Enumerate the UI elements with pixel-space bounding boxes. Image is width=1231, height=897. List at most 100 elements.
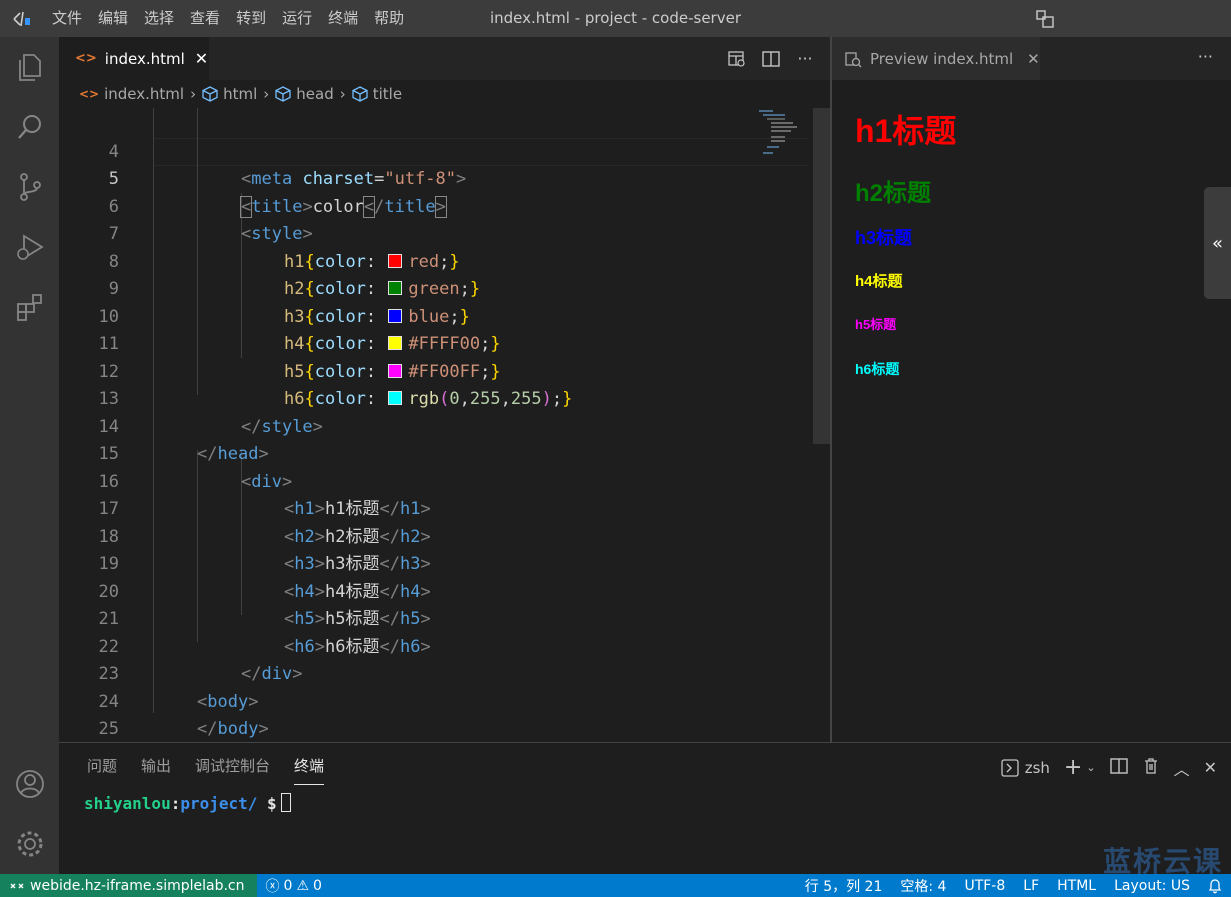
- trash-icon[interactable]: [1142, 757, 1160, 779]
- breadcrumb-file-label: index.html: [104, 85, 185, 103]
- preview-h4: h4标题: [855, 273, 903, 290]
- breadcrumb-head-label: head: [296, 85, 334, 103]
- menu-go[interactable]: 转到: [228, 0, 274, 37]
- code-line: 26: [59, 716, 759, 742]
- terminal-cursor: [280, 793, 291, 812]
- breadcrumb-file[interactable]: <> index.html: [79, 85, 184, 103]
- accounts-icon[interactable]: [0, 760, 59, 808]
- search-icon[interactable]: [0, 103, 59, 151]
- more-actions-icon[interactable]: ···: [794, 48, 816, 70]
- code-line: 13 </style>: [59, 359, 759, 437]
- menu-help[interactable]: 帮助: [366, 0, 412, 37]
- error-count: 0: [283, 877, 293, 894]
- remote-indicator[interactable]: webide.hz-iframe.simplelab.cn: [0, 874, 257, 897]
- tab-problems[interactable]: 问题: [87, 755, 117, 785]
- code-line: 20 <h5>h5标题</h5>: [59, 551, 759, 630]
- preview-tab-bar: Preview index.html ✕ ···: [832, 37, 1231, 80]
- minimap[interactable]: [757, 108, 813, 168]
- editor-actions: ···: [726, 37, 816, 80]
- preview-h6: h6标题: [855, 361, 900, 377]
- menu-view[interactable]: 查看: [182, 0, 228, 37]
- split-editor-icon[interactable]: [760, 48, 782, 70]
- menu-selection[interactable]: 选择: [136, 0, 182, 37]
- code-line: 14 </head>: [59, 386, 759, 465]
- code-line: 21 <h6>h6标题</h6>: [59, 579, 759, 657]
- chevron-right-icon: ›: [339, 85, 346, 103]
- vscode-logo-icon[interactable]: [0, 10, 44, 28]
- manage-gear-icon[interactable]: [0, 820, 59, 868]
- keyboard-layout[interactable]: Layout: US: [1105, 878, 1199, 894]
- symbol-element-icon: [202, 86, 218, 102]
- editor-scrollbar[interactable]: [813, 108, 830, 444]
- collapse-sidebar-button[interactable]: «: [1204, 187, 1231, 299]
- code-line: 18 <h3>h3标题</h3>: [59, 496, 759, 575]
- terminal-panel: 问题 输出 调试控制台 终端 zsh + ⌄ ︿ ✕ shiyanlou:pro…: [59, 742, 1231, 878]
- panel-tabs: 问题 输出 调试控制台 终端: [87, 755, 325, 785]
- tab-preview-label: Preview index.html: [870, 49, 1014, 68]
- close-panel-icon[interactable]: ✕: [1204, 758, 1217, 777]
- chevron-right-icon: ›: [190, 85, 197, 103]
- end-of-line[interactable]: LF: [1014, 878, 1048, 894]
- code-line: 16 <h1>h1标题</h1>: [59, 441, 759, 520]
- menu-bar: 文件 编辑 选择 查看 转到 运行 终端 帮助: [44, 0, 412, 37]
- code-line: 8 h2{color: green;}: [59, 221, 759, 300]
- html-file-icon: <>: [79, 87, 100, 101]
- preview-h1: h1标题: [855, 113, 957, 149]
- split-terminal-icon[interactable]: [1109, 757, 1128, 779]
- language-mode[interactable]: HTML: [1048, 878, 1105, 894]
- activity-bar: [0, 37, 59, 874]
- breadcrumb-title[interactable]: title: [352, 85, 402, 103]
- source-control-icon[interactable]: [0, 163, 59, 211]
- code-line: 4 <meta charset="utf-8">: [59, 111, 759, 190]
- code-line: 10 h4{color: #FFFF00;}: [59, 276, 759, 355]
- code-line: 6 <style>: [59, 166, 759, 245]
- prompt-path: project/: [180, 794, 258, 813]
- code-line: 24 </body>: [59, 661, 759, 740]
- code-editor[interactable]: 4 <meta charset="utf-8"> 5 <title>color<…: [59, 108, 830, 742]
- breadcrumb-html-label: html: [223, 85, 258, 103]
- extensions-icon[interactable]: [0, 283, 59, 331]
- error-icon: ⓧ: [265, 878, 280, 895]
- warning-icon: ⚠: [296, 877, 309, 894]
- code-line: 25 </html>: [59, 689, 759, 739]
- code-line: 11 h5{color: #FF00FF;}: [59, 304, 759, 382]
- encoding[interactable]: UTF-8: [955, 878, 1014, 894]
- code-line-current: 5 <title>color</title>: [59, 139, 759, 218]
- customize-layout-icon[interactable]: [1035, 9, 1055, 29]
- open-preview-icon[interactable]: [726, 48, 748, 70]
- run-debug-icon[interactable]: [0, 223, 59, 271]
- code-line: 17 <h2>h2标题</h2>: [59, 469, 759, 547]
- explorer-icon[interactable]: [0, 43, 59, 91]
- cursor-position[interactable]: 行 5，列 21: [796, 876, 892, 896]
- indentation[interactable]: 空格: 4: [891, 876, 955, 896]
- symbol-element-icon: [275, 86, 291, 102]
- preview-icon: [845, 51, 862, 67]
- tab-preview[interactable]: Preview index.html ✕: [832, 37, 1040, 80]
- close-icon[interactable]: ✕: [1027, 50, 1040, 68]
- tab-terminal[interactable]: 终端: [294, 755, 325, 785]
- chevron-right-icon: ›: [263, 85, 270, 103]
- problems-indicator[interactable]: ⓧ 0 ⚠ 0: [257, 876, 331, 896]
- breadcrumb-title-label: title: [372, 85, 403, 103]
- chevron-down-icon[interactable]: ⌄: [1086, 761, 1095, 774]
- preview-h3: h3标题: [855, 228, 913, 248]
- breadcrumb-html[interactable]: html: [202, 85, 257, 103]
- menu-run[interactable]: 运行: [274, 0, 320, 37]
- menu-edit[interactable]: 编辑: [90, 0, 136, 37]
- symbol-element-icon: [352, 86, 368, 102]
- more-actions-icon[interactable]: ···: [1198, 47, 1213, 66]
- terminal-output[interactable]: shiyanlou:project/ $: [84, 793, 291, 813]
- close-icon[interactable]: ✕: [195, 49, 208, 68]
- terminal-icon: [1001, 758, 1019, 777]
- maximize-panel-icon[interactable]: ︿: [1174, 756, 1190, 780]
- notifications-bell-icon[interactable]: [1199, 878, 1231, 894]
- menu-file[interactable]: 文件: [44, 0, 90, 37]
- terminal-shell-selector[interactable]: zsh: [1001, 759, 1050, 777]
- tab-label: index.html: [104, 49, 185, 68]
- tab-debug-console[interactable]: 调试控制台: [195, 755, 270, 785]
- new-terminal-plus-icon[interactable]: +: [1064, 755, 1082, 780]
- menu-terminal[interactable]: 终端: [320, 0, 366, 37]
- breadcrumb-head[interactable]: head: [275, 85, 334, 103]
- tab-index-html[interactable]: <> index.html ✕: [59, 37, 209, 80]
- tab-output[interactable]: 输出: [141, 755, 171, 785]
